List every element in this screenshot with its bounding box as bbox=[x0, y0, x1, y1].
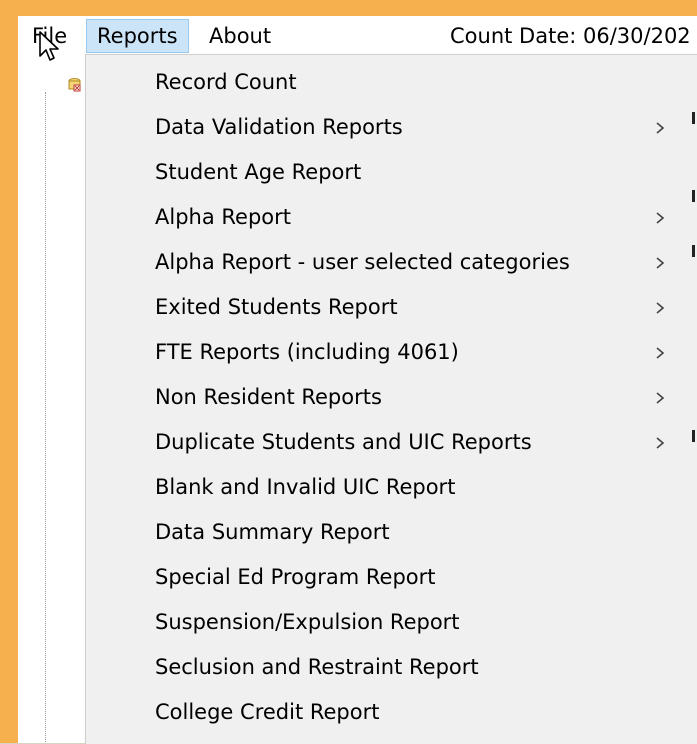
menu-item-label: College Credit Report bbox=[155, 700, 380, 724]
menu-item-label: Duplicate Students and UIC Reports bbox=[155, 430, 532, 454]
edge-mark bbox=[692, 112, 695, 124]
chevron-right-icon bbox=[656, 392, 665, 404]
menu-item-exited-students-report[interactable]: Exited Students Report bbox=[86, 285, 697, 330]
reports-dropdown-menu: Record Count Data Validation Reports Stu… bbox=[85, 54, 697, 744]
chevron-right-icon bbox=[656, 347, 665, 359]
mouse-pointer-icon bbox=[39, 31, 59, 61]
menu-item-college-credit-report[interactable]: College Credit Report bbox=[86, 690, 697, 735]
chevron-right-icon bbox=[656, 122, 665, 134]
menu-item-label: Alpha Report bbox=[155, 205, 291, 229]
menu-bar: File Reports About Count Date: 06/30/202 bbox=[18, 16, 697, 56]
menu-item-label: Blank and Invalid UIC Report bbox=[155, 475, 456, 499]
menu-item-label: Record Count bbox=[155, 70, 297, 94]
chevron-right-icon bbox=[656, 257, 665, 269]
menu-item-label: Alpha Report - user selected categories bbox=[155, 250, 570, 274]
menu-about[interactable]: About bbox=[199, 19, 281, 53]
menu-item-seclusion-restraint-report[interactable]: Seclusion and Restraint Report bbox=[86, 645, 697, 690]
tree-connector-line bbox=[45, 92, 46, 743]
menu-item-non-resident-reports[interactable]: Non Resident Reports bbox=[86, 375, 697, 420]
menu-item-special-ed-program-report[interactable]: Special Ed Program Report bbox=[86, 555, 697, 600]
menu-item-label: Special Ed Program Report bbox=[155, 565, 436, 589]
menu-item-label: Data Validation Reports bbox=[155, 115, 403, 139]
menu-item-label: FTE Reports (including 4061) bbox=[155, 340, 459, 364]
menu-item-student-age-report[interactable]: Student Age Report bbox=[86, 150, 697, 195]
menu-item-fte-reports[interactable]: FTE Reports (including 4061) bbox=[86, 330, 697, 375]
menu-item-label: Non Resident Reports bbox=[155, 385, 382, 409]
menu-item-record-count[interactable]: Record Count bbox=[86, 60, 697, 105]
menu-item-duplicate-students-uic-reports[interactable]: Duplicate Students and UIC Reports bbox=[86, 420, 697, 465]
menu-item-label: Student Age Report bbox=[155, 160, 362, 184]
menu-item-alpha-report-user-selected[interactable]: Alpha Report - user selected categories bbox=[86, 240, 697, 285]
menu-item-label: Suspension/Expulsion Report bbox=[155, 610, 460, 634]
chevron-right-icon bbox=[656, 302, 665, 314]
edge-mark bbox=[692, 430, 695, 442]
edge-mark bbox=[692, 245, 695, 257]
menu-item-suspension-expulsion-report[interactable]: Suspension/Expulsion Report bbox=[86, 600, 697, 645]
menu-item-alpha-report[interactable]: Alpha Report bbox=[86, 195, 697, 240]
count-date-label: Count Date: 06/30/202 bbox=[450, 24, 691, 48]
background-window-edge bbox=[688, 90, 697, 690]
chevron-right-icon bbox=[656, 437, 665, 449]
database-icon bbox=[68, 78, 81, 92]
menu-item-data-validation-reports[interactable]: Data Validation Reports bbox=[86, 105, 697, 150]
menu-item-label: Data Summary Report bbox=[155, 520, 390, 544]
menu-item-data-summary-report[interactable]: Data Summary Report bbox=[86, 510, 697, 555]
chevron-right-icon bbox=[656, 212, 665, 224]
menu-reports[interactable]: Reports bbox=[86, 19, 189, 53]
menu-item-blank-invalid-uic-report[interactable]: Blank and Invalid UIC Report bbox=[86, 465, 697, 510]
edge-mark bbox=[692, 190, 695, 202]
menu-item-label: Seclusion and Restraint Report bbox=[155, 655, 479, 679]
menu-item-label: Exited Students Report bbox=[155, 295, 398, 319]
